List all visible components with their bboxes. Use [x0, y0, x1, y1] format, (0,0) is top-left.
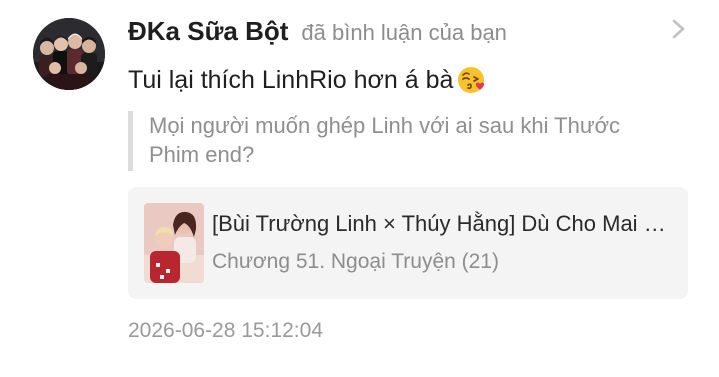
story-cover-image [144, 203, 204, 283]
comment-text: Tui lại thích LinhRio hơn á bà [128, 65, 454, 94]
quoted-comment: Mọi người muốn ghép Linh với ai sau khi … [128, 111, 688, 171]
comment-text-row: Tui lại thích LinhRio hơn á bà [128, 64, 488, 96]
story-title: [Bùi Trường Linh × Thúy Hằng] Dù Cho Mai… [212, 211, 674, 236]
chevron-right-icon[interactable] [668, 16, 690, 42]
notification-header: ĐKa Sữa Bột đã bình luận của bạn [128, 16, 507, 46]
group-photo-avatar-image [33, 18, 105, 90]
story-cover-thumbnail [144, 203, 204, 283]
quoted-comment-text: Mọi người muốn ghép Linh với ai sau khi … [149, 113, 621, 167]
timestamp: 2026-06-28 15:12:04 [128, 319, 323, 342]
action-text: đã bình luận của bạn [301, 20, 507, 45]
username[interactable]: ĐKa Sữa Bột [128, 16, 288, 47]
avatar[interactable] [33, 18, 105, 90]
story-card[interactable]: [Bùi Trường Linh × Thúy Hằng] Dù Cho Mai… [128, 187, 688, 299]
story-chapter: Chương 51. Ngoại Truyện (21) [212, 250, 499, 273]
face-blowing-kiss-icon [458, 67, 485, 93]
